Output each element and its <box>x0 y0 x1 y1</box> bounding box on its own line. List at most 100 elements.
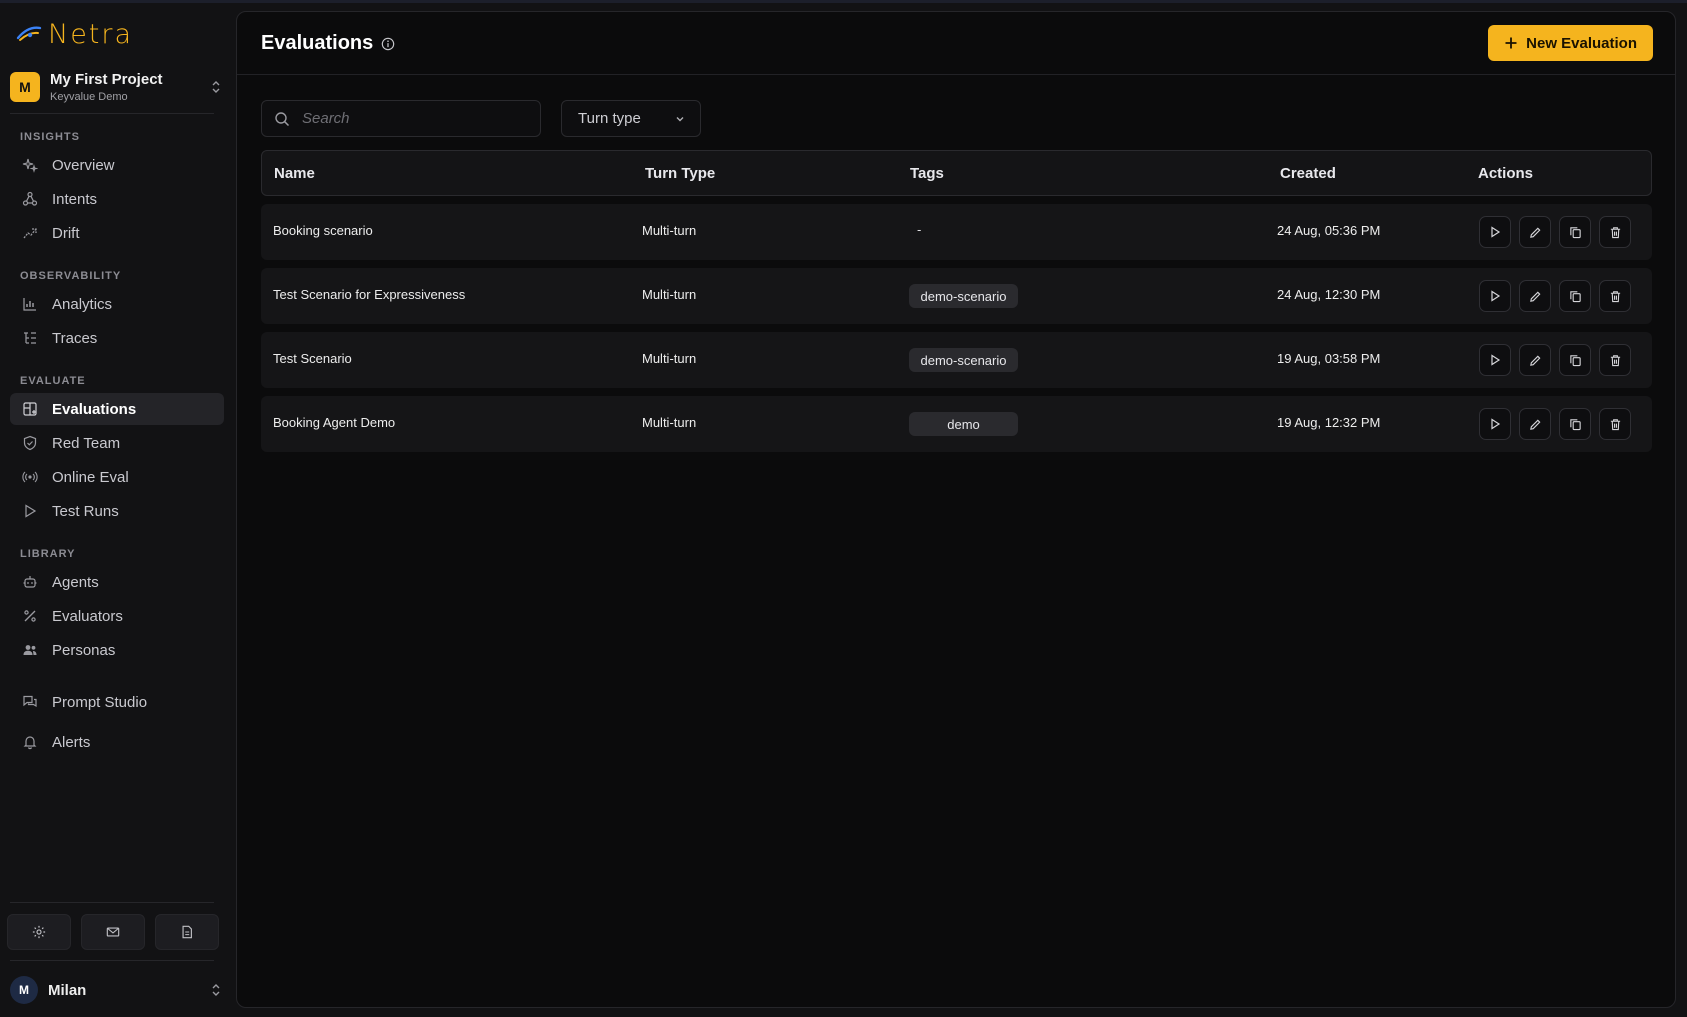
delete-button[interactable] <box>1599 408 1631 440</box>
turn-type-filter[interactable]: Turn type <box>561 100 701 137</box>
sidebar-item-label: Evaluators <box>52 607 123 625</box>
table-row[interactable]: Booking scenario Multi-turn - 24 Aug, 05… <box>261 204 1652 260</box>
info-icon[interactable] <box>381 37 395 51</box>
edit-button[interactable] <box>1519 408 1551 440</box>
play-icon <box>22 503 38 519</box>
project-org: Keyvalue Demo <box>50 91 128 103</box>
sidebar-item-evaluators[interactable]: Evaluators <box>10 600 224 632</box>
delete-button[interactable] <box>1599 344 1631 376</box>
sidebar: Netra M My First Project Keyvalue Demo I… <box>0 3 234 1017</box>
project-switcher[interactable]: M My First Project Keyvalue Demo <box>10 66 222 108</box>
mail-button[interactable] <box>81 914 145 950</box>
row-created: 19 Aug, 12:32 PM <box>1277 415 1381 430</box>
chart-icon <box>22 296 38 312</box>
tag-badge[interactable]: demo <box>909 412 1018 436</box>
settings-button[interactable] <box>7 914 71 950</box>
sidebar-item-online-eval[interactable]: Online Eval <box>10 461 224 493</box>
sidebar-item-label: Personas <box>52 641 116 659</box>
row-turn-type: Multi-turn <box>642 415 697 430</box>
docs-button[interactable] <box>155 914 219 950</box>
copy-icon <box>1569 290 1581 302</box>
new-evaluation-label: New Evaluation <box>1526 34 1637 52</box>
section-observability-label: OBSERVABILITY <box>20 270 122 282</box>
edit-button[interactable] <box>1519 216 1551 248</box>
copy-icon <box>1569 418 1581 430</box>
sidebar-item-overview[interactable]: Overview <box>10 149 224 181</box>
brand-logo[interactable]: Netra <box>16 17 133 51</box>
sidebar-item-label: Red Team <box>52 434 121 452</box>
delete-button[interactable] <box>1599 216 1631 248</box>
sidebar-item-red-team[interactable]: Red Team <box>10 427 224 459</box>
sidebar-item-alerts[interactable]: Alerts <box>10 726 224 758</box>
sidebar-item-label: Overview <box>52 156 115 174</box>
row-name: Booking Agent Demo <box>273 415 396 430</box>
window-edge <box>1677 3 1687 1017</box>
sidebar-item-drift[interactable]: Drift <box>10 217 224 249</box>
pencil-icon <box>1529 355 1540 366</box>
duplicate-button[interactable] <box>1559 344 1591 376</box>
search-input[interactable] <box>302 110 522 127</box>
row-tag-empty: - <box>917 222 922 237</box>
grid-plus-icon <box>22 401 38 417</box>
user-menu[interactable]: M Milan <box>10 973 222 1007</box>
sidebar-item-label: Alerts <box>52 733 91 751</box>
delete-button[interactable] <box>1599 280 1631 312</box>
sidebar-item-test-runs[interactable]: Test Runs <box>10 495 224 527</box>
divider <box>10 902 214 903</box>
turn-type-filter-label: Turn type <box>578 110 641 127</box>
duplicate-button[interactable] <box>1559 216 1591 248</box>
chevron-up-down-icon <box>212 81 220 93</box>
new-evaluation-button[interactable]: New Evaluation <box>1488 25 1653 61</box>
edit-button[interactable] <box>1519 344 1551 376</box>
row-turn-type: Multi-turn <box>642 223 697 238</box>
run-button[interactable] <box>1479 408 1511 440</box>
mail-icon <box>106 927 120 937</box>
column-header-name[interactable]: Name <box>274 165 315 182</box>
chevron-down-icon <box>676 116 684 121</box>
trash-icon <box>1610 418 1620 430</box>
section-insights-label: INSIGHTS <box>20 131 80 143</box>
copy-icon <box>1569 226 1581 238</box>
messages-icon <box>22 694 38 710</box>
pencil-icon <box>1529 419 1540 430</box>
broadcast-icon <box>22 469 38 485</box>
bell-icon <box>22 734 38 750</box>
edit-button[interactable] <box>1519 280 1551 312</box>
users-icon <box>22 642 38 658</box>
run-button[interactable] <box>1479 280 1511 312</box>
tag-badge[interactable]: demo-scenario <box>909 284 1018 308</box>
sidebar-item-prompt-studio[interactable]: Prompt Studio <box>10 686 224 718</box>
user-name: Milan <box>48 981 87 999</box>
column-header-tags[interactable]: Tags <box>910 165 944 182</box>
tag-badge[interactable]: demo-scenario <box>909 348 1018 372</box>
eye-logo-icon <box>16 26 42 41</box>
column-header-created[interactable]: Created <box>1280 165 1336 182</box>
sidebar-item-intents[interactable]: Intents <box>10 183 224 215</box>
sidebar-item-analytics[interactable]: Analytics <box>10 288 224 320</box>
sidebar-item-evaluations[interactable]: Evaluations <box>10 393 224 425</box>
table-row[interactable]: Test Scenario Multi-turn demo-scenario 1… <box>261 332 1652 388</box>
search-box[interactable] <box>261 100 541 137</box>
sidebar-item-agents[interactable]: Agents <box>10 566 224 598</box>
run-button[interactable] <box>1479 216 1511 248</box>
sidebar-item-label: Agents <box>52 573 99 591</box>
table-row[interactable]: Booking Agent Demo Multi-turn demo 19 Au… <box>261 396 1652 452</box>
sidebar-item-label: Prompt Studio <box>52 693 148 711</box>
run-button[interactable] <box>1479 344 1511 376</box>
bot-icon <box>22 574 38 590</box>
table-row[interactable]: Test Scenario for Expressiveness Multi-t… <box>261 268 1652 324</box>
duplicate-button[interactable] <box>1559 280 1591 312</box>
pencil-icon <box>1529 227 1540 238</box>
shield-icon <box>22 435 38 451</box>
sidebar-item-traces[interactable]: Traces <box>10 322 224 354</box>
row-name: Test Scenario for Expressiveness <box>273 287 466 302</box>
column-header-actions: Actions <box>1478 165 1534 182</box>
page-header: Evaluations New Evaluation <box>237 12 1675 75</box>
project-name: My First Project <box>50 71 163 88</box>
duplicate-button[interactable] <box>1559 408 1591 440</box>
column-header-turn-type[interactable]: Turn Type <box>645 165 715 182</box>
play-icon <box>1491 354 1501 366</box>
page-title: Evaluations <box>261 32 374 54</box>
sidebar-item-personas[interactable]: Personas <box>10 634 224 666</box>
row-created: 19 Aug, 03:58 PM <box>1277 351 1381 366</box>
